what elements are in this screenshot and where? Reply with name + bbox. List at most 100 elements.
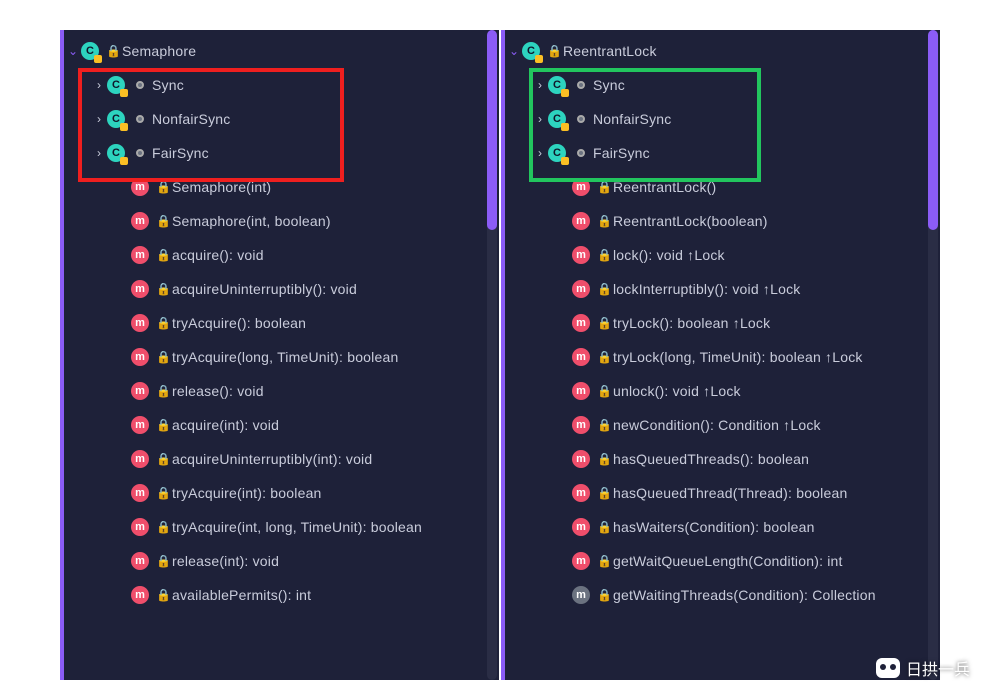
method-icon: m [571, 585, 591, 605]
scrollbar[interactable] [928, 30, 938, 680]
method-icon: m [571, 177, 591, 197]
chevron-right-icon: › [533, 78, 547, 92]
method-signature: getWaitQueueLength(Condition): int [613, 553, 843, 569]
class-icon: C [547, 143, 567, 163]
lock-icon: 🔒 [597, 486, 607, 500]
class-icon: C [547, 109, 567, 129]
class-name: ReentrantLock [563, 43, 657, 59]
lock-icon: 🔒 [156, 384, 166, 398]
method-row[interactable]: › m 🔒 tryAcquire(long, TimeUnit): boolea… [64, 340, 499, 374]
method-row[interactable]: › m 🔒 hasQueuedThreads(): boolean [505, 442, 940, 476]
method-row[interactable]: › m 🔒 Semaphore(int, boolean) [64, 204, 499, 238]
method-signature: acquireUninterruptibly(int): void [172, 451, 372, 467]
lock-icon: 🔒 [156, 486, 166, 500]
lock-icon: 🔒 [156, 316, 166, 330]
method-row[interactable]: › m 🔒 acquireUninterruptibly(int): void [64, 442, 499, 476]
lock-icon: 🔒 [597, 282, 607, 296]
method-icon: m [571, 517, 591, 537]
method-row[interactable]: › m 🔒 lockInterruptibly(): void ↑Lock [505, 272, 940, 306]
lock-icon: 🔒 [106, 44, 116, 58]
method-row[interactable]: › m 🔒 Semaphore(int) [64, 170, 499, 204]
method-icon: m [571, 415, 591, 435]
method-signature: release(): void [172, 383, 264, 399]
method-icon: m [130, 211, 150, 231]
method-row[interactable]: › m 🔒 release(int): void [64, 544, 499, 578]
method-signature: newCondition(): Condition ↑Lock [613, 417, 821, 433]
method-icon: m [571, 211, 591, 231]
lock-icon: 🔒 [597, 214, 607, 228]
method-row[interactable]: › m 🔒 getWaitingThreads(Condition): Coll… [505, 578, 940, 612]
method-signature: hasQueuedThreads(): boolean [613, 451, 809, 467]
method-row[interactable]: › m 🔒 hasWaiters(Condition): boolean [505, 510, 940, 544]
method-icon: m [571, 347, 591, 367]
inner-class-row[interactable]: › C FairSync [64, 136, 499, 170]
chevron-down-icon: ⌄ [66, 44, 80, 58]
method-icon: m [130, 483, 150, 503]
class-icon: C [547, 75, 567, 95]
method-row[interactable]: › m 🔒 availablePermits(): int [64, 578, 499, 612]
inner-class-row[interactable]: › C Sync [64, 68, 499, 102]
method-signature: tryAcquire(int, long, TimeUnit): boolean [172, 519, 422, 535]
method-signature: tryAcquire(int): boolean [172, 485, 322, 501]
inner-class-name: FairSync [593, 145, 650, 161]
chevron-down-icon: ⌄ [507, 44, 521, 58]
scrollbar[interactable] [487, 30, 497, 680]
tree-root-semaphore[interactable]: ⌄ C 🔒 Semaphore [64, 34, 499, 68]
lock-icon: 🔒 [156, 520, 166, 534]
method-row[interactable]: › m 🔒 ReentrantLock(boolean) [505, 204, 940, 238]
method-row[interactable]: › m 🔒 getWaitQueueLength(Condition): int [505, 544, 940, 578]
inner-class-row[interactable]: › C Sync [505, 68, 940, 102]
method-row[interactable]: › m 🔒 acquireUninterruptibly(): void [64, 272, 499, 306]
static-marker-icon [136, 149, 144, 157]
structure-panel-semaphore: ⌄ C 🔒 Semaphore › C Sync › C NonfairSync… [60, 30, 499, 680]
lock-icon: 🔒 [597, 588, 607, 602]
chevron-right-icon: › [92, 112, 106, 126]
method-row[interactable]: › m 🔒 tryAcquire(): boolean [64, 306, 499, 340]
method-row[interactable]: › m 🔒 newCondition(): Condition ↑Lock [505, 408, 940, 442]
method-icon: m [130, 517, 150, 537]
method-icon: m [130, 381, 150, 401]
method-row[interactable]: › m 🔒 tryLock(long, TimeUnit): boolean ↑… [505, 340, 940, 374]
method-signature: unlock(): void ↑Lock [613, 383, 741, 399]
method-row[interactable]: › m 🔒 unlock(): void ↑Lock [505, 374, 940, 408]
method-row[interactable]: › m 🔒 ReentrantLock() [505, 170, 940, 204]
method-signature: acquireUninterruptibly(): void [172, 281, 357, 297]
lock-icon: 🔒 [156, 350, 166, 364]
lock-icon: 🔒 [156, 452, 166, 466]
inner-class-name: NonfairSync [593, 111, 671, 127]
chevron-right-icon: › [533, 112, 547, 126]
method-row[interactable]: › m 🔒 tryAcquire(int, long, TimeUnit): b… [64, 510, 499, 544]
method-row[interactable]: › m 🔒 hasQueuedThread(Thread): boolean [505, 476, 940, 510]
method-row[interactable]: › m 🔒 tryAcquire(int): boolean [64, 476, 499, 510]
method-row[interactable]: › m 🔒 lock(): void ↑Lock [505, 238, 940, 272]
method-icon: m [130, 279, 150, 299]
method-row[interactable]: › m 🔒 tryLock(): boolean ↑Lock [505, 306, 940, 340]
lock-icon: 🔒 [597, 384, 607, 398]
chevron-right-icon: › [533, 146, 547, 160]
lock-icon: 🔒 [156, 418, 166, 432]
lock-icon: 🔒 [597, 452, 607, 466]
lock-icon: 🔒 [156, 282, 166, 296]
method-icon: m [130, 313, 150, 333]
inner-class-row[interactable]: › C NonfairSync [64, 102, 499, 136]
class-icon: C [106, 143, 126, 163]
inner-class-row[interactable]: › C FairSync [505, 136, 940, 170]
lock-icon: 🔒 [156, 248, 166, 262]
static-marker-icon [577, 115, 585, 123]
method-icon: m [130, 177, 150, 197]
method-icon: m [130, 347, 150, 367]
method-signature: hasWaiters(Condition): boolean [613, 519, 815, 535]
method-row[interactable]: › m 🔒 acquire(): void [64, 238, 499, 272]
method-icon: m [130, 245, 150, 265]
tree-root-reentrantlock[interactable]: ⌄ C 🔒 ReentrantLock [505, 34, 940, 68]
method-icon: m [571, 245, 591, 265]
method-icon: m [571, 449, 591, 469]
method-row[interactable]: › m 🔒 acquire(int): void [64, 408, 499, 442]
method-row[interactable]: › m 🔒 release(): void [64, 374, 499, 408]
method-signature: hasQueuedThread(Thread): boolean [613, 485, 847, 501]
lock-icon: 🔒 [597, 350, 607, 364]
method-icon: m [571, 279, 591, 299]
method-signature: availablePermits(): int [172, 587, 311, 603]
method-signature: tryLock(): boolean ↑Lock [613, 315, 770, 331]
inner-class-row[interactable]: › C NonfairSync [505, 102, 940, 136]
